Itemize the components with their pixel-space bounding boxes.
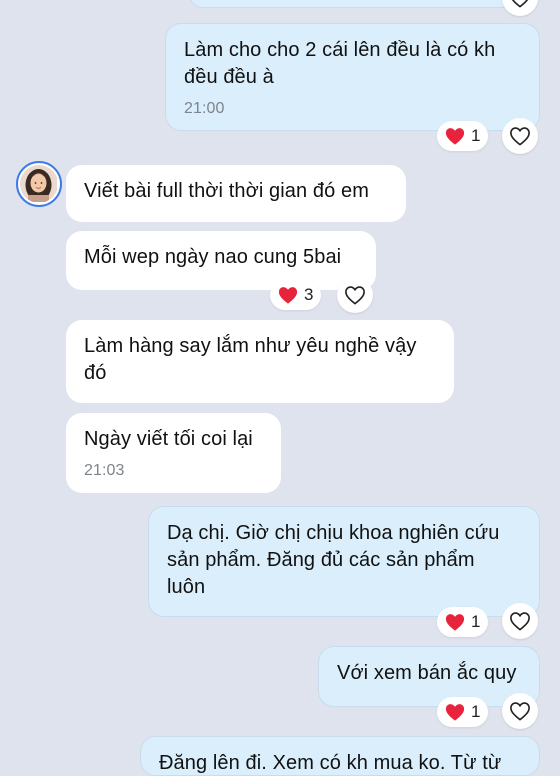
message-text: Đăng lên đi. Xem có kh mua ko. Từ từ: [159, 752, 502, 774]
message-text: Với xem bán ắc quy: [337, 662, 517, 684]
message-bubble-incoming[interactable]: Ngày viết tối coi lại 21:03: [66, 413, 281, 493]
heart-outline-icon: [511, 0, 529, 8]
message-bubble-outgoing[interactable]: Làm cho cho 2 cái lên đều là có kh đều đ…: [165, 23, 540, 131]
reaction-count: 1: [471, 126, 481, 145]
message-text: Mỗi wep ngày nao cung 5bai: [84, 246, 342, 268]
heart-outline-icon: [510, 702, 530, 721]
message-text: Dạ chị. Giờ chị chịu khoa nghiên cứu sản…: [167, 522, 500, 598]
message-bubble-incoming[interactable]: Viết bài full thời thời gian đó em: [66, 165, 406, 222]
message-bubble-outgoing[interactable]: Đăng lên đi. Xem có kh mua ko. Từ từ: [140, 736, 540, 776]
message-text: Viết bài full thời thời gian đó em: [84, 180, 369, 202]
message-text: Làm cho cho 2 cái lên đều là có kh đều đ…: [184, 39, 496, 88]
reaction-badge[interactable]: 1: [437, 121, 489, 151]
like-button[interactable]: [502, 603, 538, 639]
message-text: Làm hàng say lắm như yêu nghề vậy đó: [84, 335, 417, 384]
reaction-count: 1: [471, 702, 481, 721]
message-bubble-incoming[interactable]: Làm hàng say lắm như yêu nghề vậy đó: [66, 320, 454, 403]
like-button[interactable]: [502, 0, 538, 16]
message-timestamp: 21:03: [84, 462, 125, 479]
reaction-count: 3: [304, 285, 314, 304]
message-bubble-incoming[interactable]: Mỗi wep ngày nao cung 5bai: [66, 231, 376, 290]
like-button[interactable]: [337, 277, 373, 313]
reaction-badge[interactable]: 1: [437, 697, 489, 727]
avatar[interactable]: [16, 161, 62, 207]
like-button[interactable]: [502, 118, 538, 154]
heart-icon: [445, 704, 465, 721]
message-bubble-outgoing[interactable]: [188, 0, 536, 8]
avatar-photo: [20, 165, 57, 203]
like-button[interactable]: [502, 693, 538, 729]
message-text: Ngày viết tối coi lại: [84, 428, 253, 450]
message-bubble-outgoing[interactable]: Dạ chị. Giờ chị chịu khoa nghiên cứu sản…: [148, 506, 540, 617]
heart-icon: [445, 128, 465, 145]
reaction-count: 1: [471, 612, 481, 631]
heart-icon: [278, 287, 298, 304]
reaction-badge[interactable]: 3: [270, 280, 322, 310]
heart-icon: [445, 614, 465, 631]
heart-outline-icon: [345, 286, 365, 305]
heart-outline-icon: [510, 127, 530, 146]
reaction-badge[interactable]: 1: [437, 607, 489, 637]
heart-outline-icon: [510, 612, 530, 631]
message-timestamp: 21:00: [184, 100, 225, 117]
